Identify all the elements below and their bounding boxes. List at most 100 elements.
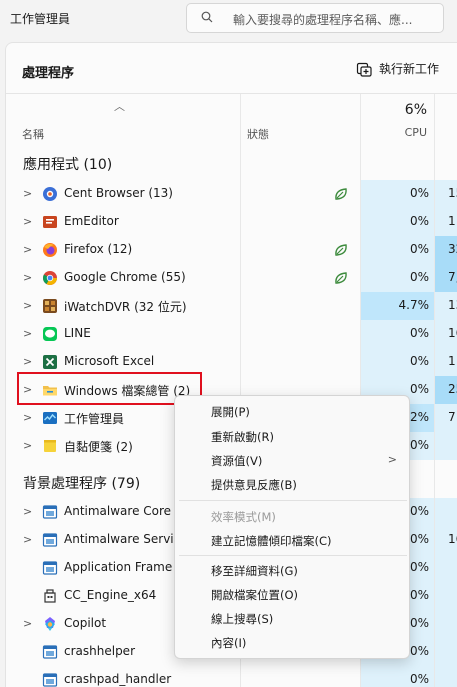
cpu-value: 0% (409, 644, 429, 658)
menu-item-label: 開啟檔案位置(O) (211, 588, 299, 602)
menu-item-search-online[interactable]: 線上搜尋(S) (175, 607, 411, 630)
process-row[interactable]: > iWatchDVR (32 位元) 4.7% 13 (6, 292, 457, 320)
process-row[interactable]: > LINE 0% 16 (6, 320, 457, 348)
menu-item-label: 提供意見反應(B) (211, 478, 297, 492)
cpu-cell: 0% (361, 208, 434, 236)
expand-chevron-icon[interactable]: > (23, 533, 32, 546)
expand-chevron-icon[interactable]: > (23, 411, 32, 424)
cpu-total-percent[interactable]: 6% (405, 102, 427, 118)
memory-cell (435, 666, 457, 687)
expand-chevron-icon[interactable]: > (23, 505, 32, 518)
menu-item-resource-values[interactable]: 資源值(V) > (175, 449, 411, 472)
chrome-icon (43, 271, 57, 285)
line-icon (43, 327, 57, 341)
cpu-value: 0% (409, 438, 429, 452)
memory-cell: 7, (435, 264, 457, 292)
menu-item-label: 效率模式(M) (211, 510, 276, 524)
memory-cell (435, 498, 457, 526)
expand-chevron-icon[interactable]: > (23, 215, 32, 228)
menu-item-label: 建立記憶體傾印檔案(C) (211, 534, 332, 548)
memory-cell (435, 432, 457, 460)
expand-chevron-icon[interactable]: > (23, 439, 32, 452)
run-new-task-icon (356, 62, 372, 77)
process-name: crashpad_handler (64, 672, 172, 686)
cpu-value: 0% (409, 214, 429, 228)
cpu-value: 0% (409, 504, 429, 518)
menu-separator (179, 500, 407, 501)
process-name: 工作管理員 (64, 412, 125, 426)
page-title: 處理程序 (22, 66, 75, 81)
sticky-notes-icon (44, 440, 56, 452)
cpu-value: 0% (409, 270, 429, 284)
menu-item-label: 重新啟動(R) (211, 430, 274, 444)
search-icon (201, 11, 213, 23)
menu-item-properties[interactable]: 內容(I) (175, 631, 411, 654)
efficiency-leaf-icon (335, 272, 347, 284)
cpu-value: 0% (409, 242, 429, 256)
menu-item-expand[interactable]: 展開(P) (175, 400, 411, 423)
menu-item-label: 展開(P) (211, 405, 250, 419)
group-header-apps: 應用程式 (10) (23, 157, 113, 173)
memory-value: 7, (448, 270, 457, 284)
service-icon (42, 645, 58, 659)
menu-item-open-file-location[interactable]: 開啟檔案位置(O) (175, 583, 411, 606)
expand-chevron-icon[interactable]: > (23, 187, 32, 200)
menu-item-label: 資源值(V) (211, 454, 263, 468)
menu-item-restart[interactable]: 重新啟動(R) (175, 425, 411, 448)
process-name: iWatchDVR (32 位元) (64, 300, 187, 314)
memory-cell (435, 638, 457, 666)
memory-cell: 7 (435, 404, 457, 432)
expand-chevron-icon[interactable]: > (23, 327, 32, 340)
memory-cell: 16 (435, 526, 457, 554)
process-row[interactable]: > Google Chrome (55) 0% 7, (6, 264, 457, 292)
column-status-header[interactable]: 狀態 (247, 126, 269, 142)
memory-value: 7 (448, 410, 456, 424)
memory-value: 16 (448, 532, 457, 546)
expand-chevron-icon[interactable]: > (23, 617, 32, 630)
cpu-value: 0% (409, 382, 429, 396)
cpu-cell: 0% (361, 264, 434, 292)
expand-chevron-icon[interactable]: > (23, 355, 32, 368)
menu-item-create-dump[interactable]: 建立記憶體傾印檔案(C) (175, 529, 411, 552)
process-name: Copilot (64, 616, 107, 630)
cpu-value: 0% (409, 186, 429, 200)
menu-item-feedback[interactable]: 提供意見反應(B) (175, 473, 411, 496)
process-row[interactable]: > EmEditor 0% 1 (6, 208, 457, 236)
context-menu: 展開(P) 重新啟動(R) 資源值(V) > 提供意見反應(B) 效率模式(M) … (174, 395, 410, 659)
memory-cell: 16 (435, 320, 457, 348)
title-bar: 工作管理員 輸入要搜尋的處理程序名稱、應... (0, 0, 457, 38)
column-name-header[interactable]: 名稱 (22, 126, 44, 142)
expand-chevron-icon[interactable]: > (23, 243, 32, 256)
iwatchdvr-icon (43, 299, 57, 313)
column-cpu-header[interactable]: CPU (405, 126, 427, 139)
process-row[interactable]: > Cent Browser (13) 0% 15 (6, 180, 457, 208)
memory-cell (435, 554, 457, 582)
memory-cell (435, 582, 457, 610)
cpu-value: 0% (409, 354, 429, 368)
firefox-icon (43, 243, 57, 257)
run-new-task-button[interactable]: 執行新工作 (356, 60, 439, 77)
process-row[interactable]: crashpad_handler 0% (6, 666, 457, 687)
process-name: CC_Engine_x64 (64, 588, 157, 602)
expand-chevron-icon[interactable]: > (23, 271, 32, 284)
menu-item-label: 線上搜尋(S) (211, 612, 274, 626)
efficiency-leaf-icon (335, 244, 347, 256)
column-header: ︿ 名稱 狀態 6% CPU (6, 94, 457, 147)
efficiency-leaf-icon (335, 188, 347, 200)
service-icon (42, 673, 58, 687)
process-name: Cent Browser (13) (64, 186, 173, 200)
cpu-cell: 0% (361, 348, 434, 376)
sort-ascending-icon[interactable]: ︿ (114, 98, 125, 114)
process-name: LINE (64, 326, 91, 340)
process-name: Firefox (12) (64, 242, 133, 256)
process-row[interactable]: > Firefox (12) 0% 32 (6, 236, 457, 264)
expand-chevron-icon[interactable]: > (23, 299, 32, 312)
service-icon (42, 561, 58, 575)
menu-item-go-to-details[interactable]: 移至詳細資料(G) (175, 559, 411, 582)
search-box[interactable]: 輸入要搜尋的處理程序名稱、應... (186, 3, 444, 33)
memory-cell (435, 610, 457, 638)
cpu-value: 0% (409, 672, 429, 686)
search-input[interactable]: 輸入要搜尋的處理程序名稱、應... (233, 11, 412, 28)
memory-value: 1 (448, 214, 456, 228)
group-header-background: 背景處理程序 (79) (23, 476, 141, 492)
